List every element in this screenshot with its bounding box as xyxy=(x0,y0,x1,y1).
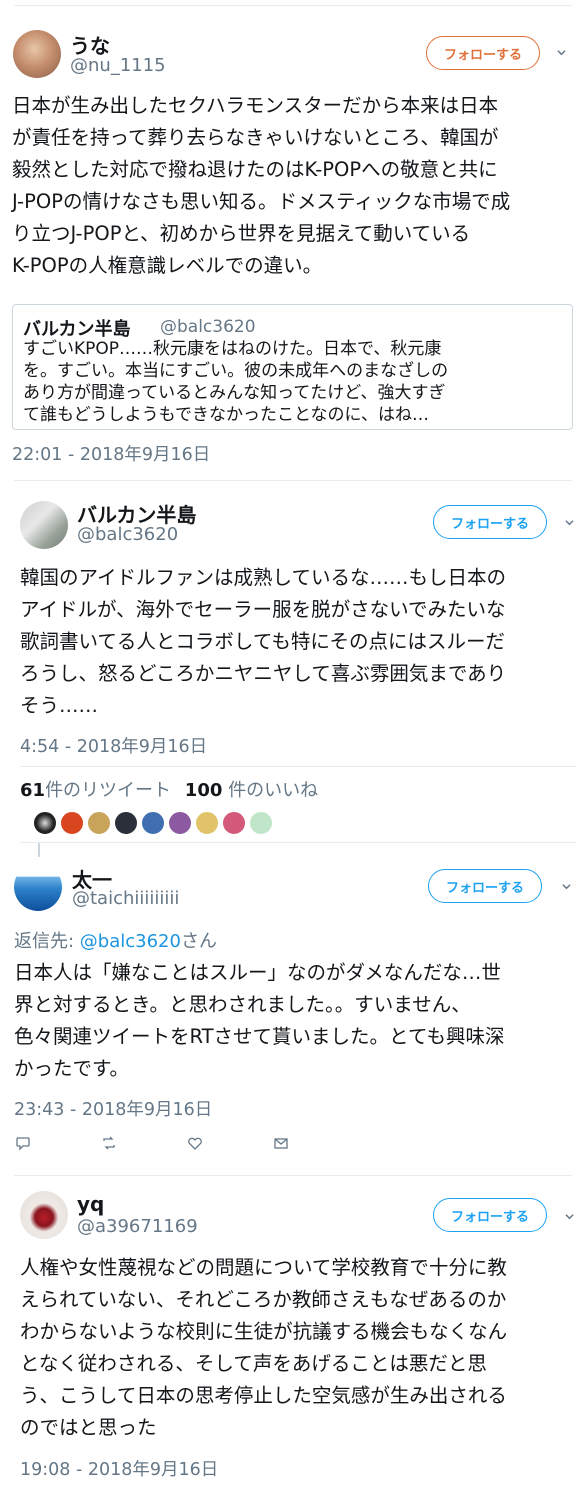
liker-avatars xyxy=(33,811,303,835)
chevron-down-icon[interactable] xyxy=(565,518,574,527)
avatar[interactable] xyxy=(14,863,62,911)
tweet-text-line: 色々関連ツイートをRTさせて貰いました。とても興味深 xyxy=(14,1025,505,1048)
avatar[interactable] xyxy=(20,1191,68,1239)
display-name[interactable]: yq xyxy=(77,1192,104,1216)
avatar[interactable] xyxy=(114,811,138,835)
avatar[interactable] xyxy=(222,811,246,835)
quoted-text-line: て誰もどうしようもできなかったことなのに、はね… xyxy=(23,405,429,425)
avatar[interactable] xyxy=(249,811,273,835)
follow-button[interactable]: フォローする xyxy=(433,1198,547,1232)
heart-icon[interactable] xyxy=(187,1135,203,1151)
like-label[interactable]: 件のいいね xyxy=(222,780,318,801)
tweet-text-line: ろうし、怒るどころかニヤニヤして喜ぶ雰囲気まであり xyxy=(20,662,507,685)
tweet-text-line: えられていない、それどころか教師さえもなぜあるのか xyxy=(20,1288,507,1311)
tweet-taichi: 太一 @taichiiiiiiiii フォローする 返信先: @balc3620… xyxy=(0,855,588,1175)
tweet-text-line: 歌詞書いてる人とコラボしても特にその点にはスルーだ xyxy=(20,630,505,653)
tweet-text-line: のではと思った xyxy=(20,1416,157,1439)
tweet-text: 人権や女性蔑視などの問題について学校教育で十分に教 えられていない、それどころか… xyxy=(20,1252,507,1444)
timestamp[interactable]: 4:54 - 2018年9月16日 xyxy=(20,733,207,758)
tweet-text-line: う、こうして日本の思考停止した空気感が生み出される xyxy=(20,1384,507,1407)
tweet-yq: yq @a39671169 フォローする 人権や女性蔑視などの問題について学校教… xyxy=(0,1175,588,1497)
tweet-text-line: そう…… xyxy=(20,694,99,717)
avatar[interactable] xyxy=(33,811,57,835)
quoted-text-line: あり方が間違っているとみんな知ってたけど、強大すぎ xyxy=(23,383,446,403)
stats-divider-bottom xyxy=(20,842,576,843)
like-count[interactable]: 100 xyxy=(185,780,223,801)
avatar[interactable] xyxy=(195,811,219,835)
chevron-down-icon[interactable] xyxy=(562,882,571,891)
avatar[interactable] xyxy=(168,811,192,835)
tweet-text: 日本人は「嫌なことはスルー」なのがダメなんだな…世 界と対するとき。と思わされま… xyxy=(14,957,504,1085)
timestamp[interactable]: 19:08 - 2018年9月16日 xyxy=(20,1456,218,1481)
handle[interactable]: @balc3620 xyxy=(77,524,178,545)
tweet-text-line: かったです。 xyxy=(14,1057,130,1080)
follow-button[interactable]: フォローする xyxy=(426,36,540,70)
stats-divider-top xyxy=(20,766,576,767)
tweet-text: 日本が生み出したセクハラモンスターだから本来は日本 が責任を持って葬り去らなきゃ… xyxy=(12,90,510,282)
tweet-una: うな @nu_1115 フォローする 日本が生み出したセクハラモンスターだから本… xyxy=(0,0,588,480)
reply-suffix: さん xyxy=(180,931,217,952)
retweet-count[interactable]: 61 xyxy=(20,780,45,801)
tweet-text-line: り立つJ-POPと、初めから世界を見据えて動いている xyxy=(12,222,471,245)
engagement-stats: 61件のリツイート 100 件のいいね xyxy=(20,776,318,802)
tweet-text-line: となく従わされる、そして声をあげることは悪だと思 xyxy=(20,1352,487,1375)
tweet-text: 韓国のアイドルファンは成熟しているな……もし日本の アイドルが、海外でセーラー服… xyxy=(20,562,506,722)
avatar[interactable] xyxy=(20,501,68,549)
avatar[interactable] xyxy=(141,811,165,835)
timestamp[interactable]: 23:43 - 2018年9月16日 xyxy=(14,1096,212,1121)
avatar[interactable] xyxy=(13,30,61,78)
tweet-text-line: 毅然とした対応で撥ね退けたのはK-POPへの敬意と共に xyxy=(12,158,498,181)
chevron-down-icon[interactable] xyxy=(557,48,566,57)
avatar[interactable] xyxy=(87,811,111,835)
quoted-handle: @balc3620 xyxy=(160,317,256,337)
tweet-text-line: が責任を持って葬り去らなきゃいけないところ、韓国が xyxy=(12,126,499,149)
quoted-tweet[interactable]: バルカン半島 @balc3620 すごいKPOP……秋元康をはねのけた。日本で、… xyxy=(12,304,573,430)
retweet-label[interactable]: 件のリツイート xyxy=(45,780,171,801)
quoted-text-line: を。すごい。本当にすごい。彼の未成年へのまなざしの xyxy=(23,361,449,381)
tweet-text-line: 日本が生み出したセクハラモンスターだから本来は日本 xyxy=(12,94,499,117)
tweet-text-line: わからないような校則に生徒が抗議する機会もなくなん xyxy=(20,1320,508,1343)
direct-message-icon[interactable] xyxy=(273,1135,289,1151)
tweet-text-line: アイドルが、海外でセーラー服を脱がさないでみたいな xyxy=(20,598,506,621)
quoted-text: すごいKPOP……秋元康をはねのけた。日本で、秋元康 を。すごい。本当にすごい。… xyxy=(23,338,448,426)
reply-context: 返信先: @balc3620さん xyxy=(14,927,217,953)
handle[interactable]: @a39671169 xyxy=(77,1216,198,1237)
tweet-text-line: J-POPの情けなさも思い知る。ドメスティックな市場で成 xyxy=(12,190,511,213)
chevron-down-icon[interactable] xyxy=(565,1212,574,1221)
tweet-text-line: 日本人は「嫌なことはスルー」なのがダメなんだな…世 xyxy=(14,961,501,984)
tweet-balc: バルカン半島 @balc3620 フォローする 韓国のアイドルファンは成熟してい… xyxy=(0,480,588,860)
tweet-text-line: K-POPの人権意識レベルでの違い。 xyxy=(12,254,323,277)
reply-handle-link[interactable]: @balc3620 xyxy=(80,931,181,952)
tweet-text-line: 人権や女性蔑視などの問題について学校教育で十分に教 xyxy=(20,1256,507,1279)
reply-icon[interactable] xyxy=(15,1135,31,1151)
reply-prefix: 返信先: xyxy=(14,931,80,952)
timestamp[interactable]: 22:01 - 2018年9月16日 xyxy=(12,441,210,466)
handle[interactable]: @taichiiiiiiiii xyxy=(72,888,179,909)
retweet-icon[interactable] xyxy=(101,1135,117,1151)
avatar[interactable] xyxy=(60,811,84,835)
follow-button[interactable]: フォローする xyxy=(433,505,547,539)
tweet-text-line: 韓国のアイドルファンは成熟しているな……もし日本の xyxy=(20,566,506,589)
tweet-text-line: 界と対するとき。と思わされました。。すいません、 xyxy=(14,993,471,1016)
quoted-text-line: すごいKPOP……秋元康をはねのけた。日本で、秋元康 xyxy=(23,339,442,359)
handle[interactable]: @nu_1115 xyxy=(70,55,166,76)
follow-button[interactable]: フォローする xyxy=(428,869,542,903)
